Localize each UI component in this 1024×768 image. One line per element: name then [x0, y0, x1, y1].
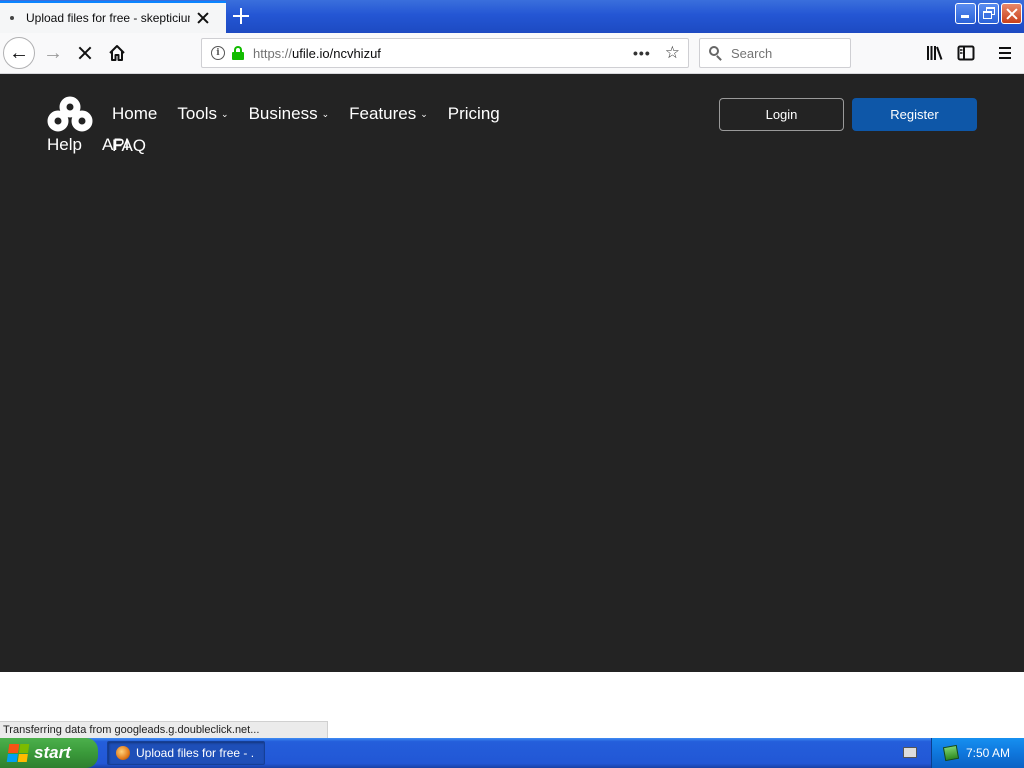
url-text[interactable]: https://ufile.io/ncvhizuf — [253, 46, 381, 61]
restore-button[interactable] — [978, 3, 999, 24]
taskbar-item-firefox[interactable]: Upload files for free - ... — [107, 741, 265, 765]
chevron-down-icon: ⌄ — [420, 109, 428, 119]
nav-help[interactable]: Help — [47, 134, 82, 155]
keyboard-icon[interactable] — [903, 747, 917, 758]
clock[interactable]: 7:50 AM — [966, 746, 1010, 760]
register-button[interactable]: Register — [852, 98, 977, 131]
url-protocol: https:// — [253, 45, 293, 61]
stop-icon — [77, 45, 93, 61]
info-icon[interactable]: i — [211, 46, 225, 60]
login-button[interactable]: Login — [719, 98, 844, 131]
home-icon — [109, 45, 125, 61]
plus-icon[interactable] — [232, 7, 250, 25]
back-arrow-icon: ← — [9, 42, 29, 64]
network-icon[interactable] — [942, 744, 960, 762]
chevron-down-icon: ⌄ — [321, 109, 330, 119]
close-icon[interactable] — [196, 11, 210, 25]
url-host-path: ufile.io/ncvhizuf — [292, 45, 381, 61]
url-bar[interactable]: i https://ufile.io/ncvhizuf ••• ☆ — [201, 38, 689, 68]
home-button[interactable] — [101, 37, 133, 69]
browser-tab-active[interactable]: Upload files for free - skepticium.e — [0, 1, 226, 33]
tab-title: Upload files for free - skepticium.e — [26, 11, 190, 25]
nav-features[interactable]: Features ⌄ — [349, 102, 428, 125]
taskbar-item-label: Upload files for free - ... — [136, 746, 254, 760]
minimize-button[interactable] — [955, 3, 976, 24]
nav-home[interactable]: Home — [112, 102, 157, 125]
firefox-icon — [116, 746, 130, 760]
lock-icon[interactable] — [232, 46, 244, 60]
nav-business[interactable]: Business ⌄ — [249, 102, 330, 125]
taskbar: start Upload files for free - ... 7:50 A… — [0, 738, 1024, 768]
nav-api[interactable]: API — [102, 134, 129, 155]
windows-flag-icon — [6, 744, 30, 762]
nav-toolbar: ← → i https://ufile.io/ncvhizuf ••• ☆ Se… — [0, 33, 1024, 74]
forward-arrow-icon: → — [43, 42, 63, 64]
start-label: start — [34, 743, 71, 762]
search-icon — [709, 46, 723, 61]
more-dots-icon[interactable]: ••• — [633, 45, 651, 61]
library-button[interactable] — [920, 37, 950, 69]
status-bar: Transferring data from googleads.g.doubl… — [0, 721, 328, 738]
bullet-dot-icon — [10, 16, 14, 20]
sidebar-icon — [957, 45, 975, 61]
nav-pricing[interactable]: Pricing — [448, 102, 500, 125]
sidebar-button[interactable] — [951, 37, 981, 69]
menu-button[interactable] — [990, 37, 1020, 69]
window-controls — [955, 3, 1022, 24]
secondary-nav: Help API — [47, 134, 129, 155]
stop-button[interactable] — [69, 37, 101, 69]
system-tray: 7:50 AM — [931, 738, 1024, 768]
nav-tools[interactable]: Tools ⌄ — [177, 102, 228, 125]
start-button[interactable]: start — [0, 738, 98, 768]
tab-strip: Upload files for free - skepticium.e — [0, 0, 1024, 33]
search-bar[interactable]: Search — [699, 38, 851, 68]
search-placeholder: Search — [731, 45, 773, 61]
hamburger-icon — [999, 47, 1011, 59]
star-icon[interactable]: ☆ — [665, 43, 680, 63]
forward-button[interactable]: → — [37, 37, 69, 69]
chevron-down-icon: ⌄ — [221, 109, 229, 119]
window-close-button[interactable] — [1001, 3, 1022, 24]
page-content: Home Tools ⌄ Business ⌄ Features ⌄ Pricing … — [0, 74, 1024, 672]
library-icon — [927, 46, 943, 60]
back-button[interactable]: ← — [3, 37, 35, 69]
